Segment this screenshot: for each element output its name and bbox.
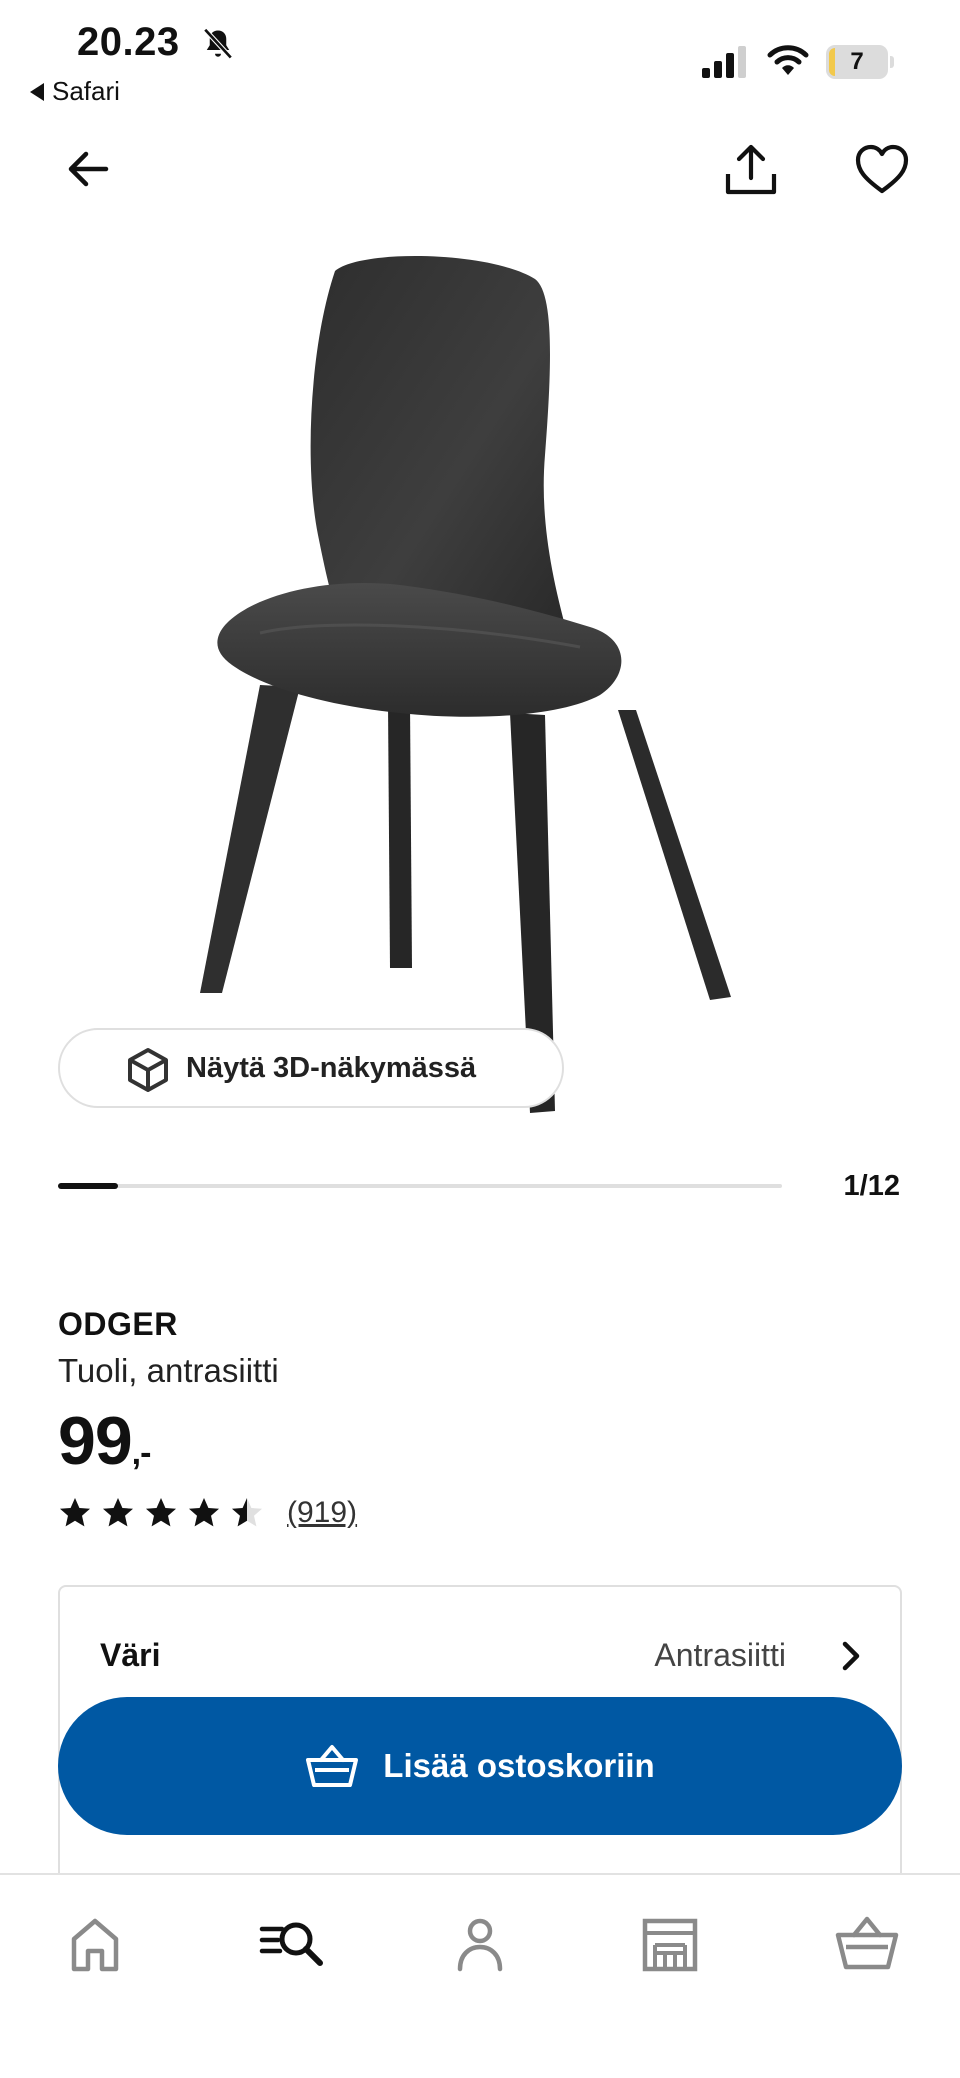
- basket-icon[interactable]: [832, 1909, 902, 1979]
- cellular-signal-icon: [702, 46, 746, 78]
- star-icon: [146, 1498, 176, 1527]
- review-count-link[interactable]: (919): [287, 1496, 357, 1530]
- product-description: Tuoli, antrasiitti: [58, 1352, 279, 1389]
- star-icon: [189, 1498, 219, 1527]
- product-image-chair[interactable]: [200, 255, 760, 1125]
- product-name: ODGER: [58, 1306, 178, 1342]
- search-icon[interactable]: [258, 1909, 328, 1979]
- arrow-left-icon[interactable]: [60, 140, 118, 198]
- product-price: 99,-: [58, 1402, 152, 1480]
- status-time: 20.23: [77, 20, 180, 64]
- back-to-safari[interactable]: Safari: [30, 76, 120, 107]
- bottom-tab-bar: [0, 1873, 960, 2078]
- gallery-progress-track: [58, 1183, 782, 1189]
- gallery-progress-fill: [58, 1183, 119, 1189]
- rating-stars: [58, 1496, 273, 1530]
- battery-indicator: 7: [826, 45, 888, 79]
- price-suffix: ,-: [131, 1434, 152, 1472]
- back-app-label: Safari: [52, 76, 120, 106]
- add-to-cart-label: Lisää ostoskoriin: [383, 1747, 655, 1784]
- cube-icon: [128, 1048, 168, 1092]
- wifi-icon: [767, 45, 809, 75]
- star-icon: [232, 1498, 262, 1527]
- back-triangle-icon: [30, 82, 44, 101]
- heart-icon[interactable]: [852, 140, 912, 200]
- product-rating[interactable]: (919): [58, 1496, 357, 1530]
- view-3d-label: Näytä 3D-näkymässä: [186, 1051, 477, 1084]
- view-3d-button[interactable]: Näytä 3D-näkymässä: [58, 1028, 564, 1108]
- star-icon: [60, 1498, 90, 1527]
- battery-cap: [890, 56, 894, 68]
- status-bar: 20.23 Safari 7: [0, 0, 960, 120]
- gallery-pager: 1/12: [843, 1170, 900, 1202]
- color-label: Väri: [100, 1637, 161, 1673]
- color-value: Antrasiitti: [654, 1637, 786, 1673]
- chevron-right-icon: [842, 1641, 860, 1671]
- share-icon[interactable]: [720, 140, 782, 202]
- price-value: 99: [58, 1403, 133, 1479]
- store-icon[interactable]: [635, 1909, 705, 1979]
- battery-percent: 7: [850, 48, 864, 75]
- star-icon: [103, 1498, 133, 1527]
- add-to-cart-button[interactable]: Lisää ostoskoriin: [58, 1697, 902, 1835]
- profile-icon[interactable]: [445, 1909, 515, 1979]
- basket-icon: [306, 1745, 359, 1787]
- bell-muted-icon: [203, 28, 233, 60]
- home-icon[interactable]: [60, 1909, 130, 1979]
